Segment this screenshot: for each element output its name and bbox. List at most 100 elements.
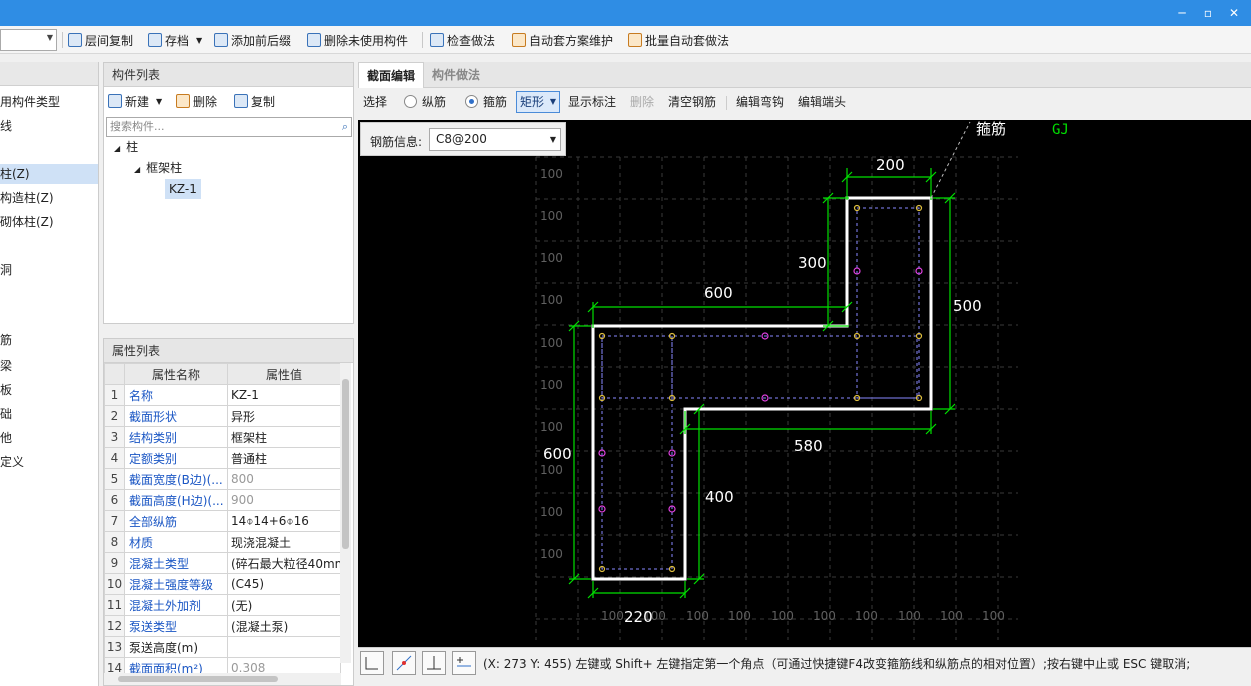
edit-hook-button[interactable]: 编辑弯钩 bbox=[736, 94, 784, 110]
grid-label: 100 bbox=[540, 420, 563, 434]
horizontal-scrollbar[interactable] bbox=[104, 673, 341, 685]
table-row[interactable]: 9 混凝土类型 (碎石最大粒径40mm bbox=[104, 552, 341, 574]
snap-icon[interactable] bbox=[392, 651, 416, 675]
rebar-points-yellow[interactable] bbox=[598, 204, 923, 573]
tree-item[interactable]: 线 bbox=[0, 116, 12, 136]
maximize-icon[interactable]: ▫ bbox=[1198, 4, 1218, 22]
stirrups[interactable] bbox=[601, 207, 920, 570]
tab-component-method[interactable]: 构件做法 bbox=[424, 62, 488, 88]
rebar-points-pink[interactable] bbox=[598, 267, 923, 513]
collapse-icon[interactable]: ◢ bbox=[114, 144, 120, 153]
prop-value[interactable]: KZ-1 bbox=[227, 384, 341, 406]
row-index: 1 bbox=[104, 384, 125, 406]
table-row[interactable]: 7 全部纵筋 14⌽14+6⌽16 bbox=[104, 510, 341, 532]
table-row[interactable]: 12 泵送类型 (混凝土泵) bbox=[104, 615, 341, 637]
tree-item[interactable]: 他 bbox=[0, 428, 12, 448]
table-row[interactable]: 5 截面宽度(B边)(... 800 bbox=[104, 468, 341, 490]
tree-item[interactable]: 构造柱(Z) bbox=[0, 188, 54, 208]
section-drawing[interactable]: 100 100 100 100 100 100 100 100 100 100 … bbox=[358, 120, 1251, 647]
delete-button[interactable]: 删除 bbox=[630, 94, 654, 110]
prop-value[interactable]: 现浇混凝土 bbox=[227, 531, 341, 553]
delete-button[interactable]: 删除 bbox=[176, 91, 217, 111]
prop-value[interactable]: (C45) bbox=[227, 573, 341, 595]
prop-value[interactable]: 普通柱 bbox=[227, 447, 341, 469]
row-index: 5 bbox=[104, 468, 125, 490]
search-input[interactable]: 搜索构件... ⌕ bbox=[106, 117, 352, 137]
check-method-button[interactable]: 检查做法 bbox=[430, 30, 495, 50]
table-row[interactable]: 6 截面高度(H边)(... 900 bbox=[104, 489, 341, 511]
scroll-thumb[interactable] bbox=[118, 676, 278, 682]
delete-unused-button[interactable]: 删除未使用构件 bbox=[307, 30, 408, 50]
batch-auto-button[interactable]: 批量自动套做法 bbox=[628, 30, 729, 50]
button-label: 复制 bbox=[251, 94, 276, 109]
copy-button[interactable]: 复制 bbox=[234, 91, 275, 111]
search-icon[interactable]: ⌕ bbox=[342, 118, 348, 136]
tree-node-column[interactable]: ◢ 柱 bbox=[114, 137, 138, 157]
table-row[interactable]: 4 定额类别 普通柱 bbox=[104, 447, 341, 469]
tree-item[interactable]: 砌体柱(Z) bbox=[0, 212, 54, 232]
select-button[interactable]: 选择 bbox=[363, 94, 387, 110]
table-row[interactable]: 2 截面形状 异形 bbox=[104, 405, 341, 427]
tree-item[interactable]: 梁 bbox=[0, 356, 12, 376]
edit-end-button[interactable]: 编辑端头 bbox=[798, 94, 846, 110]
tree-node-kz1[interactable]: KZ-1 bbox=[165, 179, 201, 199]
add-prefix-button[interactable]: 添加前后缀 bbox=[214, 30, 291, 50]
column-outline[interactable] bbox=[591, 196, 933, 581]
close-icon[interactable]: ✕ bbox=[1224, 4, 1244, 22]
copy-floor-button[interactable]: 层间复制 bbox=[68, 30, 133, 50]
tree-item[interactable]: 础 bbox=[0, 404, 12, 424]
radio-stirrup[interactable]: 箍筋 bbox=[465, 94, 507, 110]
drawing-canvas[interactable]: 100 100 100 100 100 100 100 100 100 100 … bbox=[358, 120, 1251, 647]
radio-longitudinal[interactable]: 纵筋 bbox=[404, 94, 446, 110]
chevron-down-icon: ▼ bbox=[549, 135, 556, 144]
tab-section-edit[interactable]: 截面编辑 bbox=[358, 62, 425, 88]
vertical-scrollbar[interactable] bbox=[340, 363, 351, 663]
rebar-info-select[interactable]: C8@200 ▼ bbox=[429, 128, 561, 151]
prop-value[interactable]: 14⌽14+6⌽16 bbox=[227, 510, 341, 532]
main-toolbar: ▼ 层间复制 存档 ▼ 添加前后缀 删除未使用构件 检查做法 自动套方案维护 批量… bbox=[0, 26, 1251, 54]
prop-value[interactable]: (混凝土泵) bbox=[227, 615, 341, 637]
archive-button[interactable]: 存档 ▼ bbox=[148, 30, 202, 50]
auto-scheme-button[interactable]: 自动套方案维护 bbox=[512, 30, 613, 50]
new-button[interactable]: 新建 ▼ bbox=[108, 91, 162, 111]
button-label: 删除未使用构件 bbox=[324, 33, 409, 48]
prop-value[interactable]: 800 bbox=[227, 468, 341, 490]
minimize-icon[interactable]: ─ bbox=[1172, 4, 1192, 22]
shape-select[interactable]: 矩形 ▼ bbox=[516, 91, 560, 113]
prop-value[interactable] bbox=[227, 636, 341, 658]
tree-node-frame-column[interactable]: ◢ 框架柱 bbox=[134, 158, 182, 178]
tree-item[interactable]: 用构件类型 bbox=[0, 92, 60, 112]
table-row[interactable]: 10 混凝土强度等级 (C45) bbox=[104, 573, 341, 595]
scroll-thumb[interactable] bbox=[342, 379, 349, 549]
prop-value[interactable]: 异形 bbox=[227, 405, 341, 427]
perpendicular-icon[interactable] bbox=[422, 651, 446, 675]
prop-value[interactable]: 框架柱 bbox=[227, 426, 341, 448]
table-row[interactable]: 11 混凝土外加剂 (无) bbox=[104, 594, 341, 616]
prop-value[interactable]: 900 bbox=[227, 489, 341, 511]
row-index: 11 bbox=[104, 594, 125, 616]
tree-item[interactable]: 洞 bbox=[0, 260, 12, 280]
collapse-icon[interactable]: ◢ bbox=[134, 165, 140, 174]
tree-item[interactable]: 定义 bbox=[0, 452, 24, 472]
search-placeholder: 搜索构件... bbox=[110, 120, 165, 133]
editor-tabs: 截面编辑 构件做法 bbox=[358, 62, 1251, 88]
prop-value[interactable]: (无) bbox=[227, 594, 341, 616]
dynamic-input-icon[interactable] bbox=[452, 651, 476, 675]
floor-select[interactable]: ▼ bbox=[0, 29, 57, 51]
tree-item[interactable]: 板 bbox=[0, 380, 12, 400]
dim-label: 580 bbox=[794, 437, 823, 455]
copy-icon bbox=[234, 94, 248, 108]
tree-item[interactable]: 筋 bbox=[0, 330, 12, 350]
table-row[interactable]: 13 泵送高度(m) bbox=[104, 636, 341, 658]
clear-rebar-button[interactable]: 清空钢筋 bbox=[668, 94, 716, 110]
tree-item-column[interactable]: 柱(Z) bbox=[0, 164, 98, 184]
table-row[interactable]: 3 结构类别 框架柱 bbox=[104, 426, 341, 448]
table-row[interactable]: 1 名称 KZ-1 bbox=[104, 384, 341, 406]
button-label: 层间复制 bbox=[85, 33, 134, 48]
dimension-lines bbox=[568, 168, 956, 599]
prop-name: 泵送高度(m) bbox=[124, 636, 228, 658]
table-row[interactable]: 8 材质 现浇混凝土 bbox=[104, 531, 341, 553]
prop-value[interactable]: (碎石最大粒径40mm bbox=[227, 552, 341, 574]
show-annotation-button[interactable]: 显示标注 bbox=[568, 94, 616, 110]
ortho-icon[interactable] bbox=[360, 651, 384, 675]
